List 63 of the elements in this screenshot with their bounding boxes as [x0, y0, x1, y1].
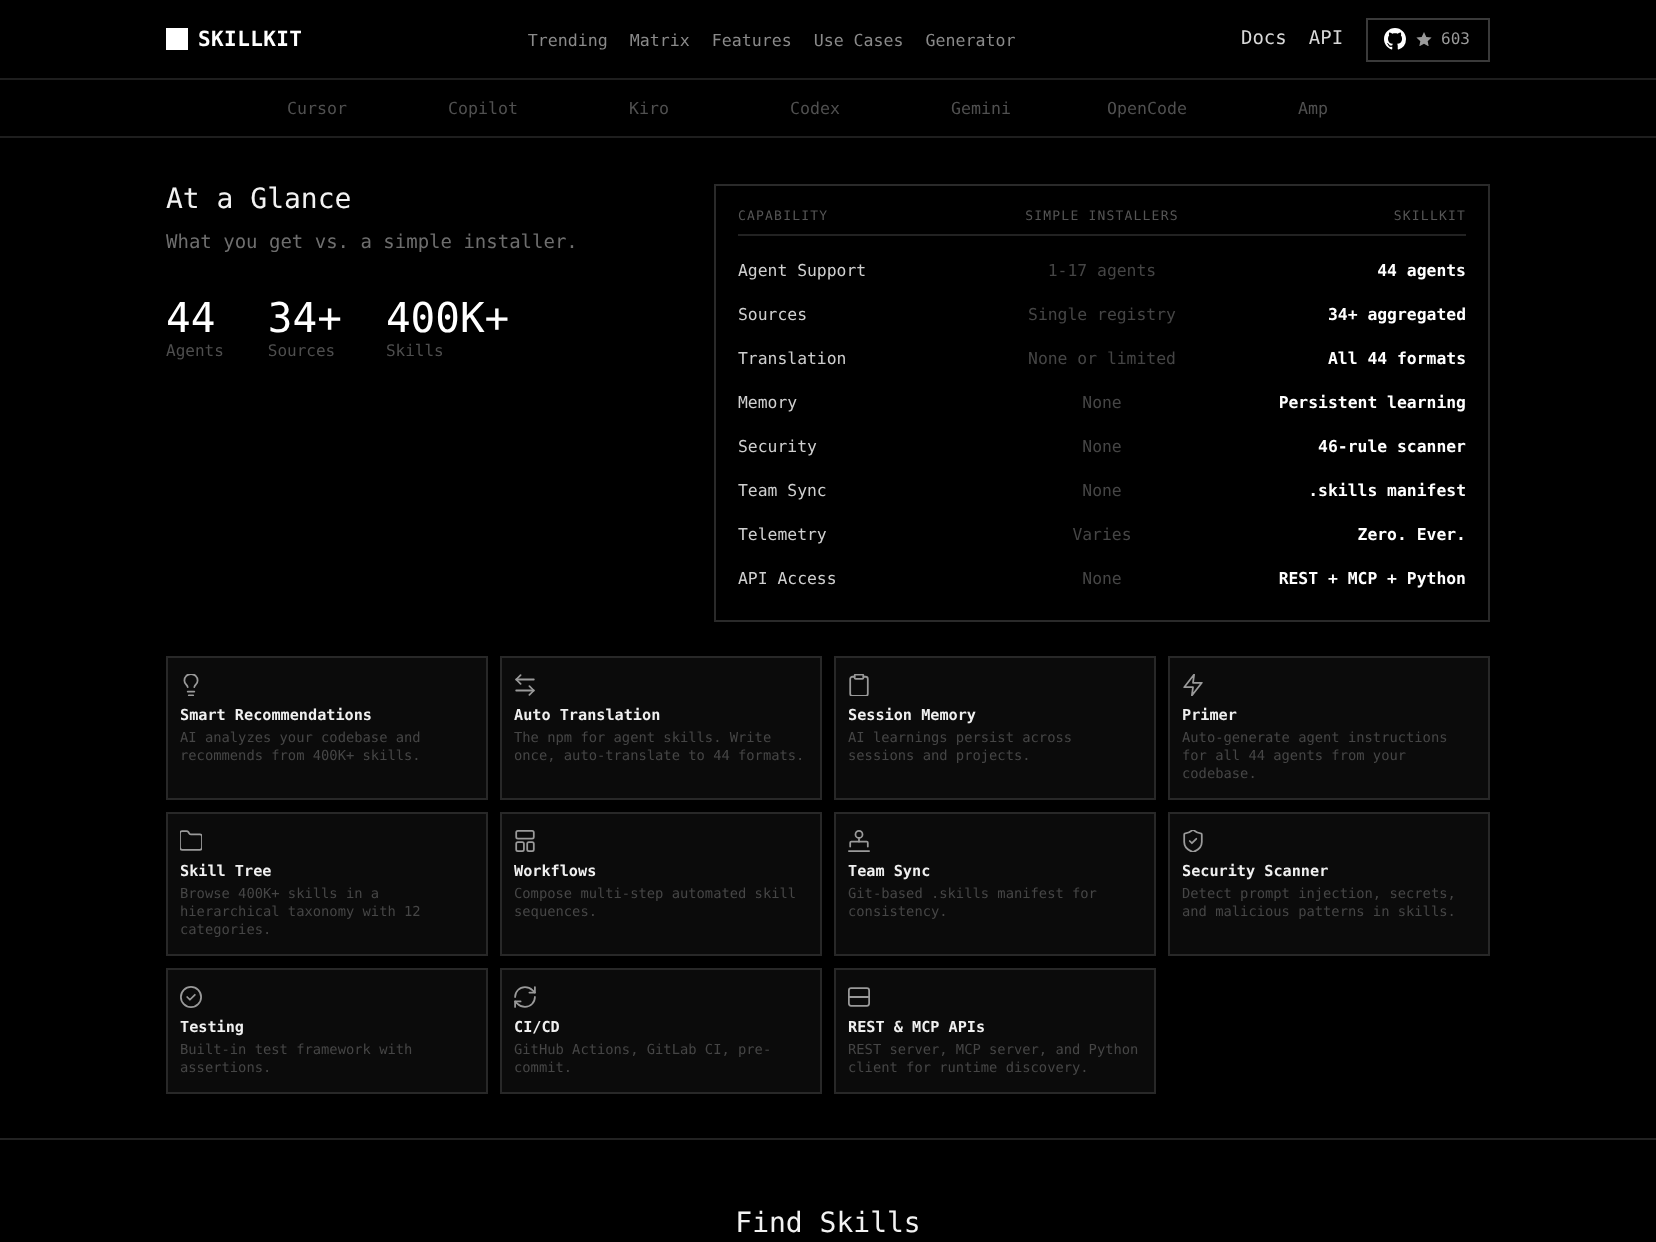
table-cell-text: Team Sync	[738, 480, 829, 500]
agent-name: Copilot	[446, 98, 520, 118]
lightning-icon	[1182, 674, 1204, 696]
logo-square-icon	[166, 28, 188, 50]
lightbulb-icon	[180, 674, 202, 696]
table-cell-text: Telemetry	[738, 524, 829, 544]
folder-icon	[180, 830, 202, 852]
table-cell-text: Sources	[738, 304, 810, 324]
table-cell-text: All 44 formats	[1325, 348, 1466, 368]
clipboard-icon	[848, 674, 870, 696]
table-cell-text: 1-17 agents	[1045, 260, 1159, 280]
table-cell-text: API Access	[738, 568, 839, 588]
section-title: At a Glance	[166, 184, 354, 218]
refresh-icon	[514, 986, 536, 1008]
nav-link[interactable]: Generator	[925, 29, 1016, 49]
next-section-title: Find Skills	[733, 1210, 923, 1238]
agent-name: Amp	[1296, 98, 1330, 118]
table-cell-text: Zero. Ever.	[1355, 524, 1466, 544]
nav-link[interactable]: Features	[711, 29, 792, 49]
agent-name: Codex	[788, 98, 842, 118]
nav-link[interactable]: Matrix	[629, 29, 690, 49]
nav-link[interactable]: Use Cases	[813, 29, 904, 49]
org-chart-icon	[848, 830, 870, 852]
brand-name[interactable]: SKILLKIT	[198, 27, 303, 51]
table-cell-text: Memory	[738, 392, 800, 412]
table-cell-text: Agent Support	[738, 260, 869, 280]
table-cell-text: None	[1080, 568, 1124, 588]
github-icon	[1383, 28, 1406, 50]
table-cell-text: 44 agents	[1375, 260, 1466, 280]
agent-name: Cursor	[285, 98, 349, 118]
swap-arrows-icon	[514, 674, 536, 696]
github-stars-button[interactable]: 603	[1365, 17, 1490, 61]
agent-name: Kiro	[627, 98, 671, 118]
table-cell-text: Varies	[1070, 524, 1134, 544]
table-cell-text: None	[1080, 392, 1124, 412]
header-link[interactable]: Docs	[1240, 28, 1287, 50]
header-link[interactable]: API	[1308, 28, 1344, 50]
layout-blocks-icon	[514, 830, 536, 852]
stat-value: 44	[166, 294, 218, 342]
shield-check-icon	[1182, 830, 1204, 852]
table-cell-text: REST + MCP + Python	[1276, 568, 1466, 588]
check-circle-icon	[180, 986, 202, 1008]
stat-value: 400K+	[385, 294, 510, 342]
table-cell-text: None	[1080, 480, 1124, 500]
stat-value: 34+	[267, 294, 342, 342]
table-cell-text: 46-rule scanner	[1316, 436, 1466, 456]
table-cell-text: None or limited	[1026, 348, 1178, 368]
stat-label: Skills	[385, 342, 446, 362]
agent-name: Gemini	[949, 98, 1013, 118]
table-cell-text: None	[1080, 436, 1124, 456]
table-cell-text: Security	[738, 436, 819, 456]
table-cell-text: Persistent learning	[1276, 392, 1466, 412]
table-cell-text: 34+ aggregated	[1325, 304, 1466, 324]
table-cell-text: .skills manifest	[1306, 480, 1466, 500]
table-cell-text: Single registry	[1026, 304, 1178, 324]
star-icon	[1415, 31, 1432, 47]
stat-label: Sources	[267, 342, 338, 362]
stat-label: Agents	[166, 342, 224, 362]
server-icon	[848, 986, 870, 1008]
table-cell-text: Translation	[738, 348, 849, 368]
section-subtitle: What you get vs. a simple installer.	[166, 232, 578, 256]
agent-name: OpenCode	[1105, 98, 1189, 118]
nav-link[interactable]: Trending	[527, 29, 608, 49]
